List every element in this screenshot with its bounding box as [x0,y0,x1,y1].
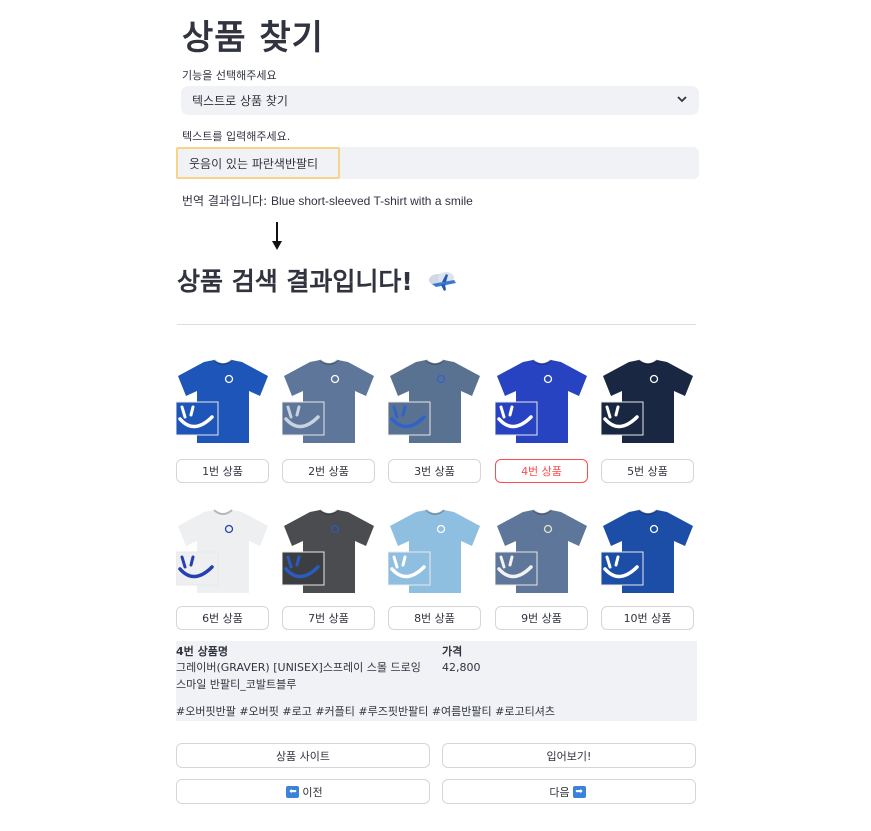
product-image [281,359,377,444]
cloud-airplane-icon [428,272,456,291]
translation-result: 번역 결과입니다: Blue short-sleeved T-shirt wit… [182,192,473,209]
product-button-3[interactable]: 3번 상품 [388,459,481,483]
chevron-down-icon [677,96,687,103]
product-button-6[interactable]: 6번 상품 [176,606,269,630]
product-button-8[interactable]: 8번 상품 [388,606,481,630]
product-image [494,359,590,444]
tshirt-image [494,359,587,443]
results-title: 상품 검색 결과입니다! [177,262,458,298]
text-input-value[interactable]: 웃음이 있는 파란색반팔티 [176,147,340,179]
tshirt-image [175,509,268,593]
next-label: 다음 [549,785,570,799]
try-on-button[interactable]: 입어보기! [442,743,696,768]
product-image [600,509,696,594]
product-info-panel: 4번 상품명 가격 그레이버(GRAVER) [UNISEX]스프레이 스몰 드… [176,641,697,721]
product-name-line2: 스마일 반팔티_코발트블루 [176,678,297,691]
product-image [175,359,271,444]
product-image [600,359,696,444]
product-image [494,509,590,594]
page-title: 상품 찾기 [182,18,324,58]
product-name-line1: 그레이버(GRAVER) [UNISEX]스프레이 스몰 드로잉 [176,661,421,674]
product-button-10[interactable]: 10번 상품 [601,606,694,630]
product-button-4[interactable]: 4번 상품 [495,459,588,483]
tshirt-image [600,509,693,593]
product-button-7[interactable]: 7번 상품 [282,606,375,630]
left-arrow-icon: ⬅ [286,785,300,798]
product-button-9[interactable]: 9번 상품 [495,606,588,630]
product-button-2[interactable]: 2번 상품 [282,459,375,483]
product-site-button[interactable]: 상품 사이트 [176,743,430,768]
right-arrow-icon: ➡ [572,785,586,798]
function-select-label: 기능을 선택해주세요 [182,69,277,82]
product-tags: #오버핏반팔 #오버핏 #로고 #커플티 #루즈핏반팔티 #여름반팔티 #로고티… [176,705,555,718]
product-name-header: 4번 상품명 [176,645,228,658]
product-button-5[interactable]: 5번 상품 [601,459,694,483]
product-image [387,359,483,444]
price-header: 가격 [442,645,463,658]
function-select[interactable]: 텍스트로 상품 찾기 [181,86,699,115]
product-price: 42,800 [442,661,481,674]
divider [177,324,696,325]
results-title-text: 상품 검색 결과입니다! [177,267,413,296]
product-image [175,509,271,594]
product-image [281,509,377,594]
product-image [387,509,483,594]
tshirt-image [281,509,374,593]
prev-button[interactable]: ⬅ 이전 [176,779,430,804]
text-input-label: 텍스트를 입력해주세요. [182,130,291,143]
prev-label: 이전 [302,785,323,799]
tshirt-image [387,509,480,593]
down-arrow-icon [272,222,282,250]
tshirt-image [387,359,480,443]
tshirt-image [494,509,587,593]
function-select-value: 텍스트로 상품 찾기 [192,94,288,108]
tshirt-image [175,359,268,443]
next-button[interactable]: 다음 ➡ [442,779,696,804]
translation-text: Blue short-sleeved T-shirt with a smile [270,194,473,208]
product-button-1[interactable]: 1번 상품 [176,459,269,483]
translation-prefix: 번역 결과입니다: [182,194,268,208]
tshirt-image [600,359,693,443]
tshirt-image [281,359,374,443]
